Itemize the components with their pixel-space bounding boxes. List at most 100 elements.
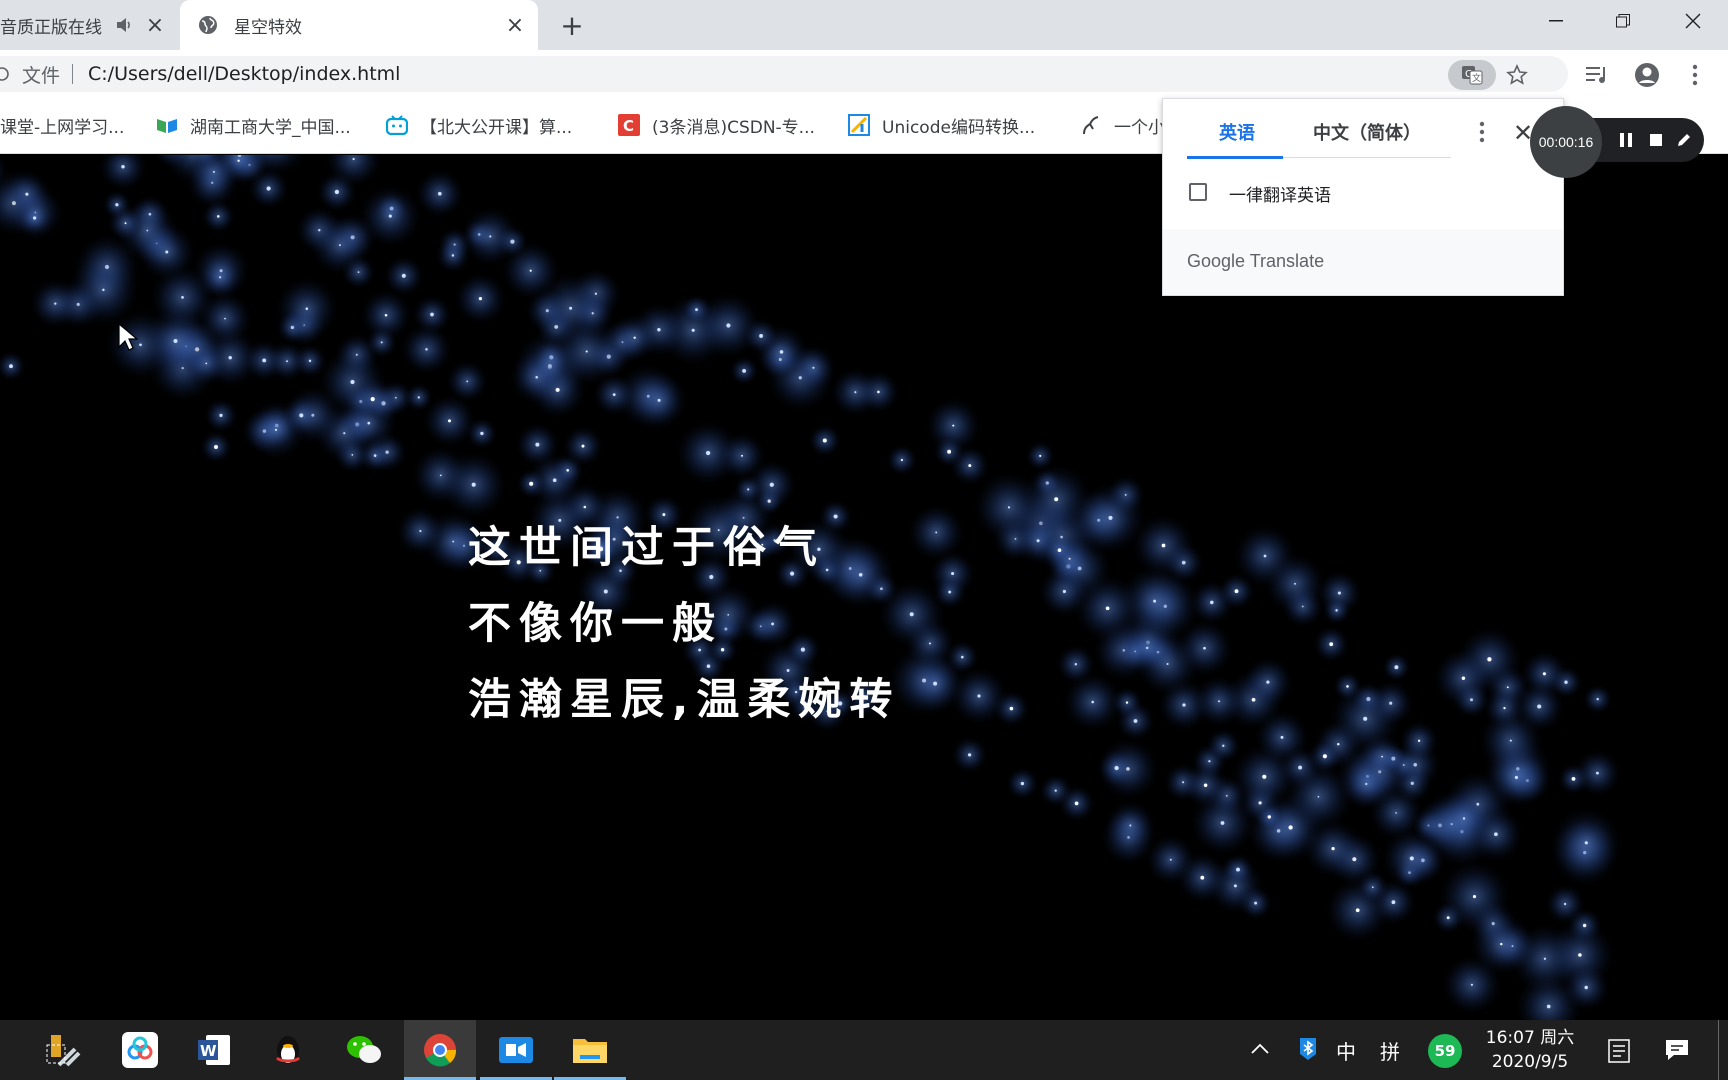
bookmark-item[interactable]: Unicode编码转换... [848, 112, 1035, 138]
mouse-cursor-icon [118, 323, 138, 351]
star [1578, 953, 1582, 957]
star [1262, 774, 1267, 779]
star [779, 350, 784, 354]
bookmark-star-button[interactable] [1504, 62, 1530, 88]
star [1472, 895, 1477, 899]
star [471, 482, 476, 487]
bluetooth-tray-icon[interactable] [1296, 1036, 1320, 1062]
star [373, 454, 377, 457]
star [1500, 942, 1503, 946]
restore-button[interactable] [1590, 0, 1656, 42]
star [1355, 908, 1360, 913]
poem-line: 这世间过于俗气 [468, 523, 825, 573]
star [581, 444, 585, 448]
star-icon [1506, 64, 1528, 85]
star [228, 355, 232, 360]
tab-music[interactable]: 音质正版在线 × [0, 0, 178, 50]
star [286, 360, 288, 363]
popup-footer: Google Translate [1163, 229, 1563, 295]
star [535, 375, 538, 379]
star [237, 159, 240, 162]
star [1114, 765, 1119, 771]
bookmark-item[interactable]: 湖南工商大学_中国... [156, 112, 351, 138]
star [212, 170, 215, 173]
star [124, 222, 127, 225]
star [217, 215, 220, 218]
minimize-button[interactable] [1523, 0, 1589, 42]
new-tab-button[interactable]: + [558, 12, 586, 40]
ime-mode-indicator[interactable]: 拼 [1380, 1036, 1400, 1065]
star [529, 269, 532, 272]
star [1166, 662, 1169, 666]
bookmark-item[interactable]: C (3条消息)CSDN-专... [618, 112, 815, 138]
star [1509, 739, 1512, 742]
star [1267, 815, 1271, 819]
svg-text:C: C [623, 117, 634, 135]
star [205, 362, 208, 365]
annotate-button[interactable] [1674, 130, 1694, 150]
media-control-button[interactable] [1584, 62, 1610, 88]
taskbar-chrome[interactable] [404, 1020, 476, 1080]
action-center-icon[interactable] [1664, 1038, 1690, 1062]
url-text[interactable]: C:/Users/dell/Desktop/index.html [88, 63, 400, 85]
star [909, 612, 914, 617]
security-score-badge[interactable]: 59 [1428, 1034, 1462, 1068]
word-icon: W [198, 1035, 230, 1065]
taskbar-wechat[interactable] [328, 1020, 400, 1080]
system-clock[interactable]: 16:07 周六 2020/9/5 [1480, 1026, 1580, 1074]
star [691, 328, 695, 332]
address-bar[interactable]: 文件 C:/Users/dell/Desktop/index.html G 文 [0, 56, 1568, 92]
star [350, 379, 355, 385]
more-options-icon[interactable] [1475, 121, 1489, 143]
star [181, 296, 184, 299]
star [489, 235, 492, 238]
taskbar-tools-app[interactable] [28, 1020, 100, 1080]
taskbar-file-explorer[interactable] [554, 1020, 626, 1080]
profile-button[interactable] [1634, 62, 1660, 88]
taskbar-word[interactable]: W [178, 1020, 250, 1080]
close-window-button[interactable] [1660, 0, 1726, 42]
star [419, 530, 422, 533]
bookmark-item[interactable]: 【北大公开课】算... [386, 112, 572, 138]
star [1036, 539, 1040, 543]
star [968, 464, 972, 468]
chevron-up-icon[interactable] [1250, 1042, 1270, 1056]
speaker-icon[interactable] [114, 15, 134, 35]
close-tab-icon[interactable]: × [144, 13, 166, 38]
translate-icon: G 文 [1462, 66, 1483, 85]
info-icon[interactable] [0, 66, 14, 82]
star [1537, 704, 1542, 709]
star [1329, 642, 1334, 647]
star [900, 458, 903, 462]
book-icon [156, 114, 178, 136]
tab-strip: 音质正版在线 × 星空特效 × + [0, 0, 1728, 50]
tab-source-language[interactable]: 英语 [1219, 119, 1255, 145]
stop-button[interactable] [1646, 130, 1666, 150]
always-translate-checkbox[interactable] [1189, 183, 1207, 201]
close-tab-icon[interactable]: × [504, 13, 526, 38]
pause-button[interactable] [1616, 130, 1636, 150]
taskbar-qq[interactable] [252, 1020, 324, 1080]
menu-button[interactable] [1682, 62, 1708, 88]
show-desktop-button[interactable] [1718, 1020, 1728, 1080]
star [1317, 795, 1320, 798]
star [569, 306, 573, 310]
star [1563, 902, 1567, 906]
qq-penguin-icon [275, 1036, 301, 1064]
star [425, 348, 428, 351]
taskbar-baidu-netdisk[interactable] [104, 1020, 176, 1080]
star [759, 333, 764, 338]
tab-target-language[interactable]: 中文（简体） [1313, 119, 1421, 145]
bookmark-item[interactable]: 课堂-上网学习... [0, 112, 124, 138]
star [165, 250, 169, 254]
ime-language-indicator[interactable]: 中 [1336, 1036, 1356, 1065]
star [54, 302, 57, 305]
taskbar-screen-recorder[interactable] [480, 1020, 552, 1080]
tab-starry-effect[interactable]: 星空特效 × [180, 0, 538, 50]
bookmark-item[interactable]: 一个小 [1080, 112, 1165, 138]
star [657, 328, 661, 332]
star [430, 312, 434, 317]
translate-page-button[interactable]: G 文 [1448, 60, 1496, 90]
notes-icon[interactable] [1606, 1038, 1632, 1064]
poem-line: 不像你一般 [468, 599, 723, 649]
